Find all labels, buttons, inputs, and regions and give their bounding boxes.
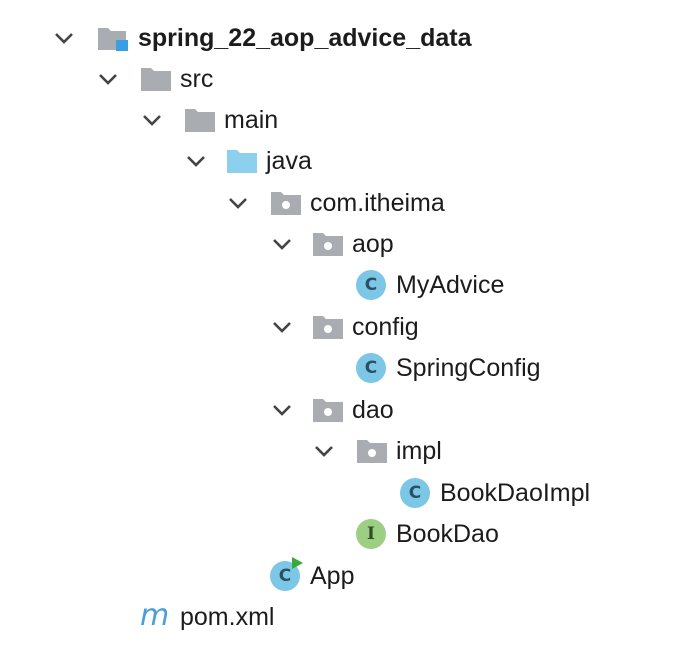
- package-root-label: com.itheima: [310, 189, 445, 217]
- chevron-down-icon[interactable]: [96, 67, 120, 91]
- myadvice-label: MyAdvice: [396, 271, 505, 299]
- package-icon: [313, 233, 343, 256]
- tree-row-java[interactable]: java: [0, 141, 684, 181]
- app-label: App: [310, 562, 355, 590]
- source-root-folder-icon: [227, 150, 257, 173]
- package-icon: [313, 316, 343, 339]
- bookdaoimpl-label: BookDaoImpl: [440, 479, 591, 507]
- tree-row-myadvice[interactable]: C MyAdvice: [0, 265, 684, 305]
- java-label: java: [266, 147, 312, 175]
- pom-label: pom.xml: [180, 603, 275, 631]
- chevron-down-icon[interactable]: [184, 149, 208, 173]
- tree-row-dao[interactable]: dao: [0, 390, 684, 430]
- module-folder-icon: [98, 28, 128, 51]
- aop-label: aop: [352, 230, 394, 258]
- chevron-down-icon[interactable]: [270, 315, 294, 339]
- project-tree: spring_22_aop_advice_data src main java …: [0, 0, 684, 660]
- tree-row-aop[interactable]: aop: [0, 224, 684, 264]
- tree-row-app[interactable]: C App: [0, 556, 684, 596]
- config-label: config: [352, 313, 419, 341]
- class-icon: C: [400, 478, 430, 508]
- interface-icon: I: [356, 519, 386, 549]
- package-icon: [271, 192, 301, 215]
- chevron-down-icon[interactable]: [140, 108, 164, 132]
- class-icon: C: [356, 270, 386, 300]
- chevron-down-icon[interactable]: [270, 398, 294, 422]
- package-icon: [313, 399, 343, 422]
- springconfig-label: SpringConfig: [396, 354, 541, 382]
- chevron-down-icon[interactable]: [270, 232, 294, 256]
- chevron-down-icon[interactable]: [52, 26, 76, 50]
- impl-label: impl: [396, 437, 442, 465]
- maven-icon: m: [140, 598, 170, 633]
- tree-row-com-itheima[interactable]: com.itheima: [0, 183, 684, 223]
- folder-icon: [185, 109, 215, 132]
- tree-row-main[interactable]: main: [0, 100, 684, 140]
- tree-row-bookdaoimpl[interactable]: C BookDaoImpl: [0, 473, 684, 513]
- main-label: main: [224, 106, 279, 134]
- tree-row-pom[interactable]: m pom.xml: [0, 597, 684, 637]
- tree-row-springconfig[interactable]: C SpringConfig: [0, 348, 684, 388]
- chevron-down-icon[interactable]: [312, 439, 336, 463]
- src-label: src: [180, 65, 214, 93]
- bookdao-label: BookDao: [396, 520, 499, 548]
- tree-row-project[interactable]: spring_22_aop_advice_data: [0, 18, 684, 58]
- package-icon: [357, 440, 387, 463]
- dao-label: dao: [352, 396, 394, 424]
- class-icon: C: [356, 353, 386, 383]
- chevron-down-icon[interactable]: [226, 191, 250, 215]
- project-label: spring_22_aop_advice_data: [138, 24, 472, 52]
- tree-row-bookdao[interactable]: I BookDao: [0, 514, 684, 554]
- tree-row-src[interactable]: src: [0, 59, 684, 99]
- run-marker-icon: [292, 557, 303, 569]
- tree-row-config[interactable]: config: [0, 307, 684, 347]
- tree-row-impl[interactable]: impl: [0, 431, 684, 471]
- folder-icon: [141, 68, 171, 91]
